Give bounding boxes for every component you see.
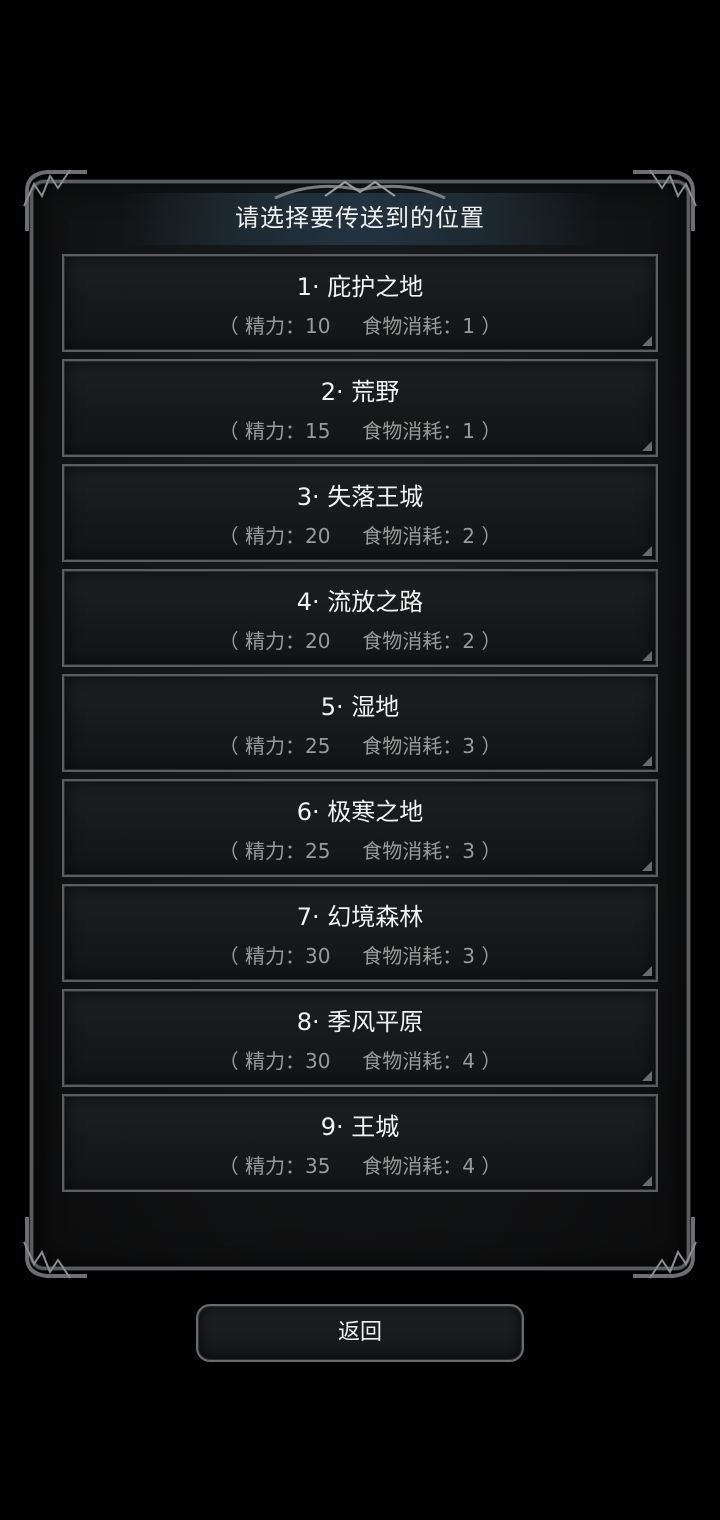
corner-notch-icon <box>642 546 652 556</box>
location-name: 4· 流放之路 <box>296 588 424 616</box>
location-name: 3· 失落王城 <box>296 483 424 511</box>
location-item-2[interactable]: 2· 荒野 （ 精力：15 食物消耗：1 ） <box>62 359 658 457</box>
location-item-6[interactable]: 6· 极寒之地 （ 精力：25 食物消耗：3 ） <box>62 779 658 877</box>
location-name: 2· 荒野 <box>320 378 400 406</box>
corner-notch-icon <box>642 441 652 451</box>
location-item-8[interactable]: 8· 季风平原 （ 精力：30 食物消耗：4 ） <box>62 989 658 1087</box>
back-button[interactable]: 返回 <box>196 1304 524 1362</box>
location-cost: （ 精力：30 食物消耗：4 ） <box>218 1049 502 1073</box>
location-item-9[interactable]: 9· 王城 （ 精力：35 食物消耗：4 ） <box>62 1094 658 1192</box>
location-item-3[interactable]: 3· 失落王城 （ 精力：20 食物消耗：2 ） <box>62 464 658 562</box>
location-item-7[interactable]: 7· 幻境森林 （ 精力：30 食物消耗：3 ） <box>62 884 658 982</box>
location-name: 7· 幻境森林 <box>296 903 424 931</box>
location-cost: （ 精力：30 食物消耗：3 ） <box>218 944 502 968</box>
ornament-bottom-right-icon <box>633 1217 697 1279</box>
corner-notch-icon <box>642 756 652 766</box>
location-name: 5· 湿地 <box>320 693 400 721</box>
corner-notch-icon <box>642 336 652 346</box>
location-name: 9· 王城 <box>320 1113 400 1141</box>
location-name: 6· 极寒之地 <box>296 798 424 826</box>
location-item-4[interactable]: 4· 流放之路 （ 精力：20 食物消耗：2 ） <box>62 569 658 667</box>
location-item-5[interactable]: 5· 湿地 （ 精力：25 食物消耗：3 ） <box>62 674 658 772</box>
location-cost: （ 精力：20 食物消耗：2 ） <box>218 629 502 653</box>
corner-notch-icon <box>642 966 652 976</box>
corner-notch-icon <box>642 651 652 661</box>
ornament-bottom-left-icon <box>23 1217 87 1279</box>
corner-notch-icon <box>642 1176 652 1186</box>
location-item-1[interactable]: 1· 庇护之地 （ 精力：10 食物消耗：1 ） <box>62 254 658 352</box>
dialog-title: 请选择要传送到的位置 <box>235 204 485 232</box>
location-name: 1· 庇护之地 <box>296 273 424 301</box>
location-cost: （ 精力：15 食物消耗：1 ） <box>218 419 502 443</box>
location-cost: （ 精力：10 食物消耗：1 ） <box>218 314 502 338</box>
location-cost: （ 精力：25 食物消耗：3 ） <box>218 734 502 758</box>
location-cost: （ 精力：25 食物消耗：3 ） <box>218 839 502 863</box>
corner-notch-icon <box>642 1071 652 1081</box>
location-cost: （ 精力：20 食物消耗：2 ） <box>218 524 502 548</box>
location-cost: （ 精力：35 食物消耗：4 ） <box>218 1154 502 1178</box>
corner-notch-icon <box>642 861 652 871</box>
location-name: 8· 季风平原 <box>296 1008 424 1036</box>
location-list: 1· 庇护之地 （ 精力：10 食物消耗：1 ） 2· 荒野 （ 精力：15 食… <box>62 254 658 1199</box>
